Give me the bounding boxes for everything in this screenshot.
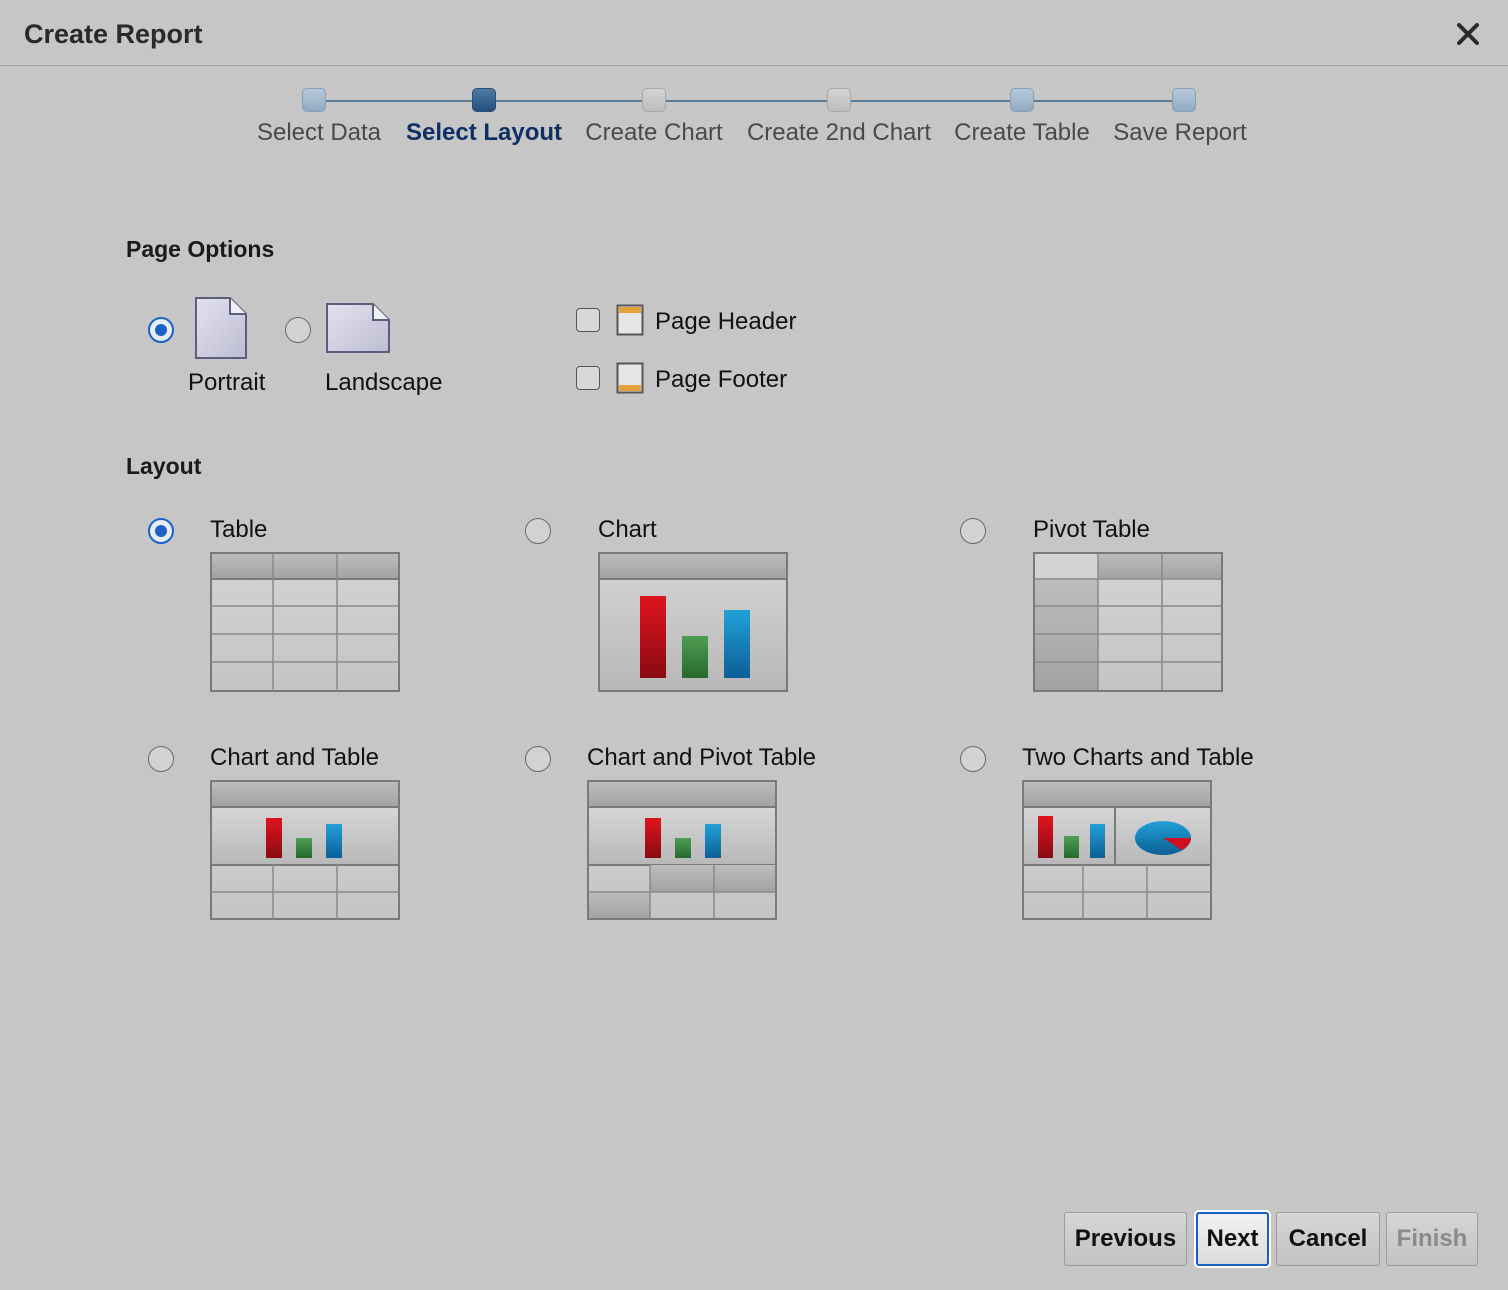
train-step-create-2nd-chart-node — [827, 88, 851, 112]
pivot-table-layout-preview-icon[interactable] — [1033, 552, 1223, 692]
layout-chart-and-table-label[interactable]: Chart and Table — [210, 744, 379, 772]
dialog-titlebar: Create Report — [0, 0, 1508, 66]
page-footer-label[interactable]: Page Footer — [655, 366, 787, 394]
page-header-checkbox[interactable] — [576, 308, 600, 332]
landscape-radio[interactable] — [285, 317, 311, 343]
chart-and-table-layout-preview-icon[interactable] — [210, 780, 400, 920]
train-step-select-data[interactable]: Select Data — [257, 119, 381, 147]
train-step-create-table[interactable]: Create Table — [954, 119, 1090, 147]
page-footer-checkbox[interactable] — [576, 366, 600, 390]
layout-pivot-table-radio[interactable] — [960, 518, 986, 544]
portrait-page-icon[interactable] — [194, 296, 248, 360]
layout-heading: Layout — [126, 453, 202, 479]
page-header-label[interactable]: Page Header — [655, 308, 796, 336]
page-footer-icon — [616, 362, 644, 394]
layout-chart-and-table-radio[interactable] — [148, 746, 174, 772]
page-options-heading: Page Options — [126, 236, 275, 262]
layout-chart-radio[interactable] — [525, 518, 551, 544]
train-step-select-data-node[interactable] — [302, 88, 326, 112]
layout-table-label[interactable]: Table — [210, 516, 267, 544]
chart-and-pivot-table-layout-preview-icon[interactable] — [587, 780, 777, 920]
portrait-label[interactable]: Portrait — [188, 369, 265, 397]
next-button[interactable]: Next — [1196, 1212, 1269, 1266]
layout-chart-label[interactable]: Chart — [598, 516, 657, 544]
create-report-dialog: Create Report Select Data Select Layout … — [0, 0, 1508, 1290]
train-step-select-layout-node — [472, 88, 496, 112]
train-step-select-layout: Select Layout — [405, 119, 563, 146]
dialog-title: Create Report — [24, 19, 203, 49]
table-layout-preview-icon[interactable] — [210, 552, 400, 692]
train-step-create-chart: Create Chart — [585, 119, 723, 146]
cancel-button[interactable]: Cancel — [1276, 1212, 1380, 1266]
train-connector — [314, 100, 1184, 102]
train-step-create-table-node[interactable] — [1010, 88, 1034, 112]
previous-button[interactable]: Previous — [1064, 1212, 1187, 1266]
layout-table-radio[interactable] — [148, 518, 174, 544]
train-step-create-chart-node — [642, 88, 666, 112]
layout-two-charts-and-table-label[interactable]: Two Charts and Table — [1022, 744, 1254, 772]
finish-button: Finish — [1386, 1212, 1478, 1266]
train-step-save-report[interactable]: Save Report — [1113, 119, 1246, 147]
portrait-radio[interactable] — [148, 317, 174, 343]
two-charts-and-table-layout-preview-icon[interactable] — [1022, 780, 1212, 920]
layout-chart-and-pivot-table-label[interactable]: Chart and Pivot Table — [587, 744, 816, 772]
layout-chart-and-pivot-table-radio[interactable] — [525, 746, 551, 772]
layout-pivot-table-label[interactable]: Pivot Table — [1033, 516, 1150, 544]
train-step-create-2nd-chart: Create 2nd Chart — [746, 119, 932, 146]
chart-layout-preview-icon[interactable] — [598, 552, 788, 692]
close-icon[interactable] — [1452, 18, 1484, 50]
page-header-icon — [616, 304, 644, 336]
landscape-label[interactable]: Landscape — [325, 369, 442, 397]
landscape-page-icon[interactable] — [325, 302, 391, 354]
layout-two-charts-and-table-radio[interactable] — [960, 746, 986, 772]
train-step-save-report-node[interactable] — [1172, 88, 1196, 112]
